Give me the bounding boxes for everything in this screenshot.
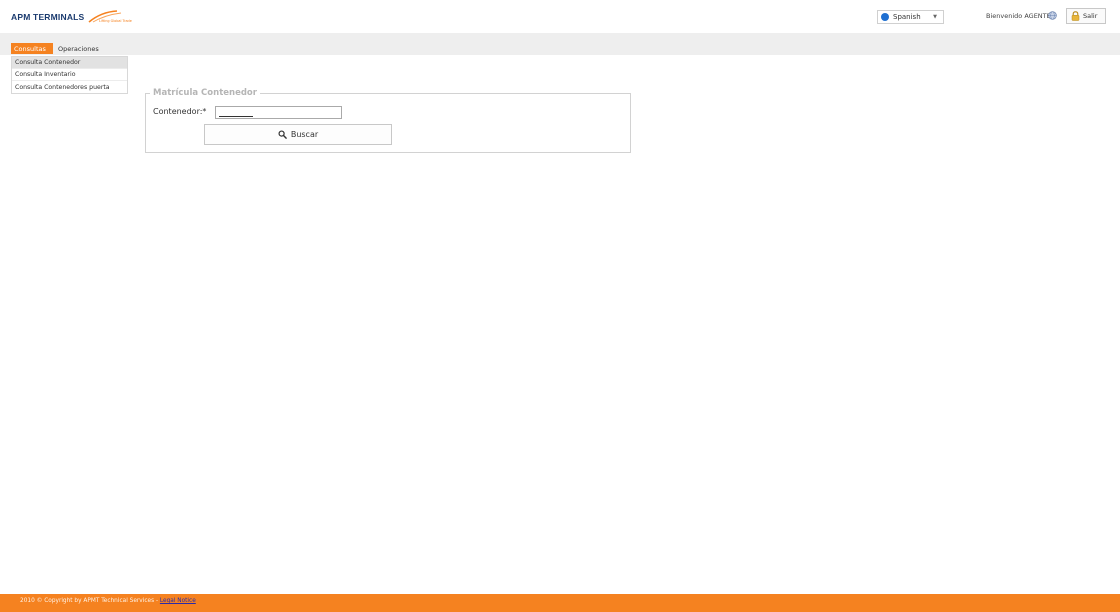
- chevron-down-icon: ▼: [933, 14, 937, 20]
- menu-item-consulta-inventario[interactable]: Consulta Inventario: [12, 69, 127, 81]
- logout-label: Salir: [1083, 12, 1098, 20]
- flag-icon: [881, 13, 889, 21]
- search-icon: [278, 130, 287, 139]
- legal-notice-link[interactable]: Legal Notice: [160, 598, 196, 604]
- logo-text: APM TERMINALS: [11, 12, 85, 22]
- menu-bar: [0, 33, 1120, 55]
- consultas-dropdown-menu: Consulta Contenedor Consulta Inventario …: [11, 56, 128, 94]
- logout-button[interactable]: Salir: [1066, 8, 1106, 24]
- container-input[interactable]: [215, 106, 342, 119]
- language-selected-value: Spanish: [893, 13, 921, 21]
- menu-item-consulta-contenedores-puerta[interactable]: Consulta Contenedores puerta: [12, 81, 127, 93]
- footer-text: 2010 © Copyright by APMT Technical Servi…: [20, 598, 196, 604]
- language-select[interactable]: Spanish ▼: [877, 10, 944, 24]
- apm-terminals-logo[interactable]: APM TERMINALS Lifting Global Trade: [11, 9, 133, 25]
- menu-item-consulta-contenedor[interactable]: Consulta Contenedor: [12, 57, 127, 69]
- search-button[interactable]: Buscar: [204, 124, 392, 145]
- input-mask-underline: [219, 116, 253, 117]
- welcome-text: Bienvenido AGENTE: [986, 12, 1051, 20]
- footer-copyright: 2010 © Copyright by APMT Technical Servi…: [20, 598, 160, 604]
- top-header: APM TERMINALS Lifting Global Trade Spani…: [0, 0, 1120, 33]
- globe-icon[interactable]: [1048, 11, 1057, 20]
- tab-operaciones[interactable]: Operaciones: [55, 43, 103, 54]
- search-label: Buscar: [290, 130, 319, 139]
- lock-icon: [1071, 11, 1080, 21]
- container-label: Contenedor:*: [153, 107, 207, 116]
- logo-swoosh-icon: Lifting Global Trade: [88, 10, 132, 23]
- tab-consultas[interactable]: Consultas: [11, 43, 53, 54]
- logo-tagline: Lifting Global Trade: [99, 19, 132, 23]
- fieldset-legend: Matrícula Contenedor: [150, 88, 260, 98]
